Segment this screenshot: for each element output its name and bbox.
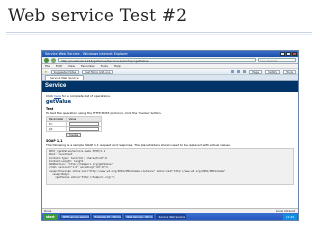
- forward-icon[interactable]: [51, 57, 56, 63]
- close-icon[interactable]: [292, 52, 297, 56]
- menu-file[interactable]: File: [45, 64, 50, 68]
- page-menu-button[interactable]: Page: [249, 69, 263, 74]
- taskbar-item[interactable]: Web Service - Micro...: [123, 214, 154, 219]
- home-icon[interactable]: [231, 70, 235, 73]
- soap-instructions: The following is a sample SOAP 1.1 reque…: [46, 143, 231, 147]
- soap-code-block: POST /getValue/Service.asmx HTTP/1.1 Host…: [46, 148, 294, 185]
- slide-title: Web service Test #2: [8, 6, 188, 26]
- tools-menu-button[interactable]: Tools: [283, 69, 296, 74]
- intro-suffix: for a complete list of operations.: [60, 94, 111, 98]
- feeds-icon[interactable]: [237, 70, 241, 73]
- menu-edit[interactable]: Edit: [56, 64, 62, 68]
- parameter-table: Parameter Value fn: pt:: [46, 116, 102, 132]
- menu-tools[interactable]: Tools: [101, 64, 108, 68]
- start-button[interactable]: start: [43, 213, 58, 220]
- test-instructions: To test the operation using the HTTP POS…: [46, 111, 162, 115]
- window-title: Service Web Service - Windows Internet E…: [45, 52, 128, 56]
- print-icon[interactable]: [243, 70, 247, 73]
- window-controls: [280, 52, 297, 56]
- intro-text: Click here for a complete list of operat…: [46, 94, 294, 98]
- service-banner: Service: [42, 81, 298, 92]
- taskbar-item[interactable]: Service Web Service...: [155, 214, 186, 219]
- invoke-button[interactable]: Invoke: [66, 133, 82, 137]
- address-input[interactable]: http://localhost:1234/getValue/Service.a…: [58, 57, 256, 63]
- system-clock: 11:29: [282, 213, 297, 220]
- operation-name: getValue: [46, 99, 71, 105]
- maximize-icon[interactable]: [286, 52, 291, 56]
- browser-screenshot: Service Web Service - Windows Internet E…: [41, 50, 299, 221]
- web-slice-button[interactable]: Get More Add-ons: [82, 69, 114, 74]
- web-page: Service Click here for a complete list o…: [42, 81, 298, 187]
- code-line: <getValue xmlns="http://tempuri.org/">: [49, 176, 115, 180]
- window-titlebar: Service Web Service - Windows Internet E…: [42, 51, 298, 57]
- param-fn-cell: [65, 121, 102, 127]
- parameter-column-header: Parameter: [46, 116, 67, 122]
- menu-view[interactable]: View: [68, 64, 75, 68]
- taskbar-item[interactable]: WEB service experim...: [59, 214, 90, 219]
- taskbar: start WEB service experim... Example 1E …: [42, 213, 298, 220]
- title-divider-shadow: [6, 34, 312, 35]
- favorites-star-icon[interactable]: ★: [44, 69, 48, 74]
- table-row: pt:: [46, 126, 102, 132]
- param-pt-cell: [65, 126, 102, 132]
- taskbar-item[interactable]: Example 1E - Microso...: [91, 214, 122, 219]
- safety-menu-button[interactable]: Safety: [265, 69, 281, 74]
- suggested-sites-button[interactable]: Suggested Sites: [50, 69, 80, 74]
- param-pt-label: pt:: [46, 126, 67, 132]
- search-input[interactable]: Live Search: [258, 57, 296, 63]
- menu-help[interactable]: Help: [114, 64, 121, 68]
- fn-input[interactable]: [68, 122, 99, 126]
- minimize-icon[interactable]: [280, 52, 285, 56]
- pt-input[interactable]: [68, 127, 99, 131]
- tab-service[interactable]: Service Web Service: [45, 75, 84, 80]
- page-content: Click here for a complete list of operat…: [42, 92, 298, 187]
- intro-prefix: Click: [46, 94, 55, 98]
- title-divider: [6, 32, 312, 33]
- back-icon[interactable]: [44, 57, 49, 63]
- menu-favorites[interactable]: Favorites: [81, 64, 95, 68]
- address-bar: http://localhost:1234/getValue/Service.a…: [42, 57, 298, 64]
- operations-link[interactable]: here: [54, 94, 61, 98]
